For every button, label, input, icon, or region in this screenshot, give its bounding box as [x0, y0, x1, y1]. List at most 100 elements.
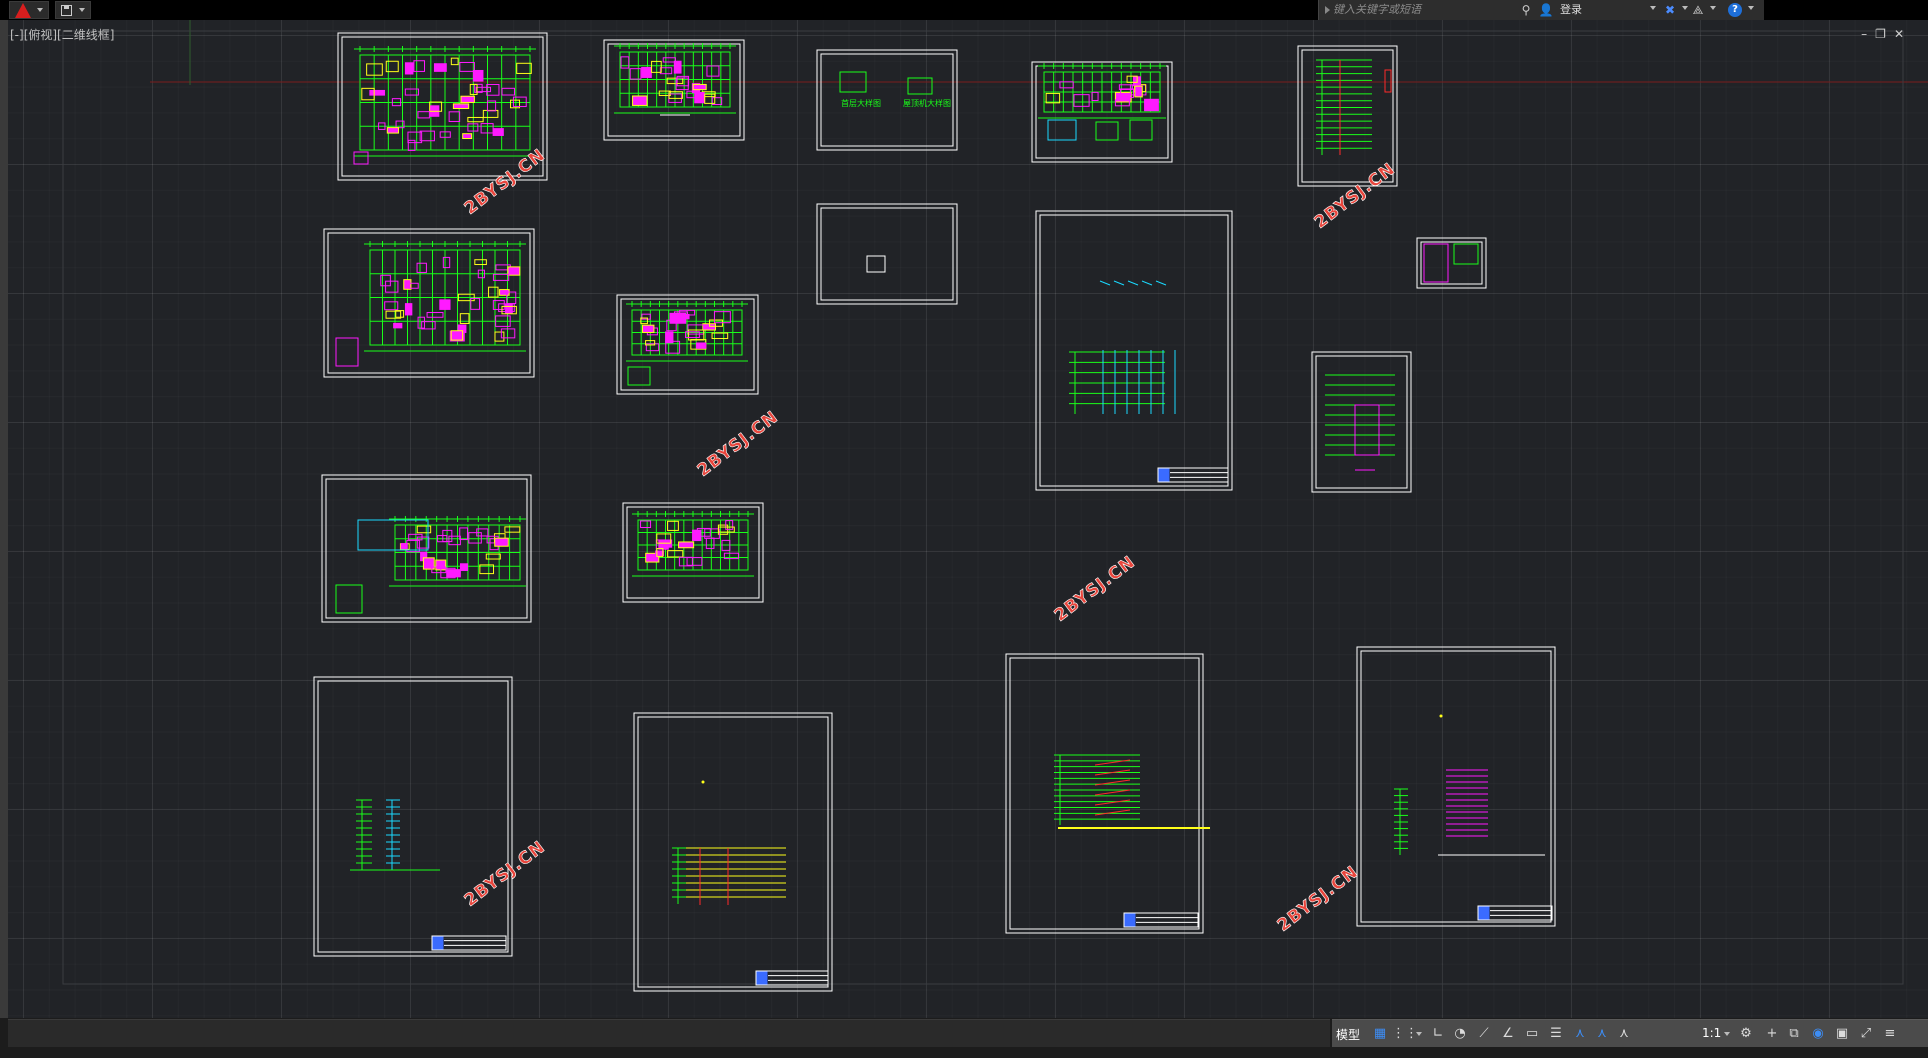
sheet-system-diagram-a-valve: [1141, 280, 1153, 286]
sheet-fourth-floor-plan-fixture: [678, 541, 695, 549]
help-icon[interactable]: ?: [1728, 3, 1742, 17]
chevron-down-icon: [79, 8, 85, 12]
annotation-scale-icon[interactable]: ⋏: [1592, 1024, 1612, 1044]
workspace-gear-icon[interactable]: ⚙: [1736, 1024, 1756, 1044]
sheet-gas-diagram-title-logo: [1478, 906, 1490, 920]
exchange-x-icon[interactable]: ✖: [1662, 2, 1678, 18]
sheet-ground-floor-plan-fixture: [450, 57, 459, 66]
sheet-fourth-floor-plan-fixture: [678, 556, 693, 567]
sheet-system-diagram-a-title-logo: [1158, 468, 1170, 482]
annotation-scale-selector[interactable]: 1:1: [1702, 1026, 1721, 1040]
hardware-accel-icon[interactable]: ◉: [1808, 1024, 1828, 1044]
plus-icon[interactable]: +: [1762, 1024, 1782, 1044]
sheet-roof-plan-outer-border: [323, 228, 535, 378]
viewport-controls-label[interactable]: [-][俯视][二维线框]: [10, 26, 114, 43]
search-expand-icon[interactable]: [1325, 6, 1330, 14]
sheet-site-plan-fixture: [468, 532, 482, 544]
sheet-roof-plan-fixture: [494, 331, 505, 342]
login-label[interactable]: 登录: [1560, 2, 1582, 18]
search-input[interactable]: [1333, 2, 1508, 17]
sheet-ground-floor-plan-fixture: [472, 69, 484, 82]
sheet-small-detail-symbol: [866, 255, 886, 273]
sheet-hydrant-diagram-marker: [701, 780, 705, 784]
left-frame-edge: [0, 20, 8, 1018]
model-space-canvas[interactable]: 首层大样图 屋顶机大样图 2BYSJ.CN 2BYSJ.CN 2BYSJ.CN 2BYSJ…: [8, 20, 1928, 1018]
sheet-site-plan-fixture: [400, 543, 408, 550]
sheet-heating-diagram-red-branch: [1094, 789, 1131, 796]
sheet-pump-room-plan-detail-c: [1129, 119, 1153, 141]
sheet-site-plan-fixture: [494, 537, 509, 547]
quick-access-save-button[interactable]: [55, 1, 91, 19]
binoculars-icon[interactable]: ⚲: [1518, 2, 1534, 18]
sheet-second-floor-plan-fixture: [673, 60, 682, 74]
grid-icon[interactable]: ▦: [1370, 1024, 1390, 1044]
save-icon: [61, 5, 72, 16]
drawing-viewport[interactable]: 首层大样图 屋顶机大样图 2BYSJ.CN 2BYSJ.CN 2BYSJ.CN 2BYSJ…: [8, 20, 1928, 1018]
sheet-second-floor-plan-fixture: [632, 95, 648, 106]
sheet-third-floor-plan-fixture: [696, 342, 707, 349]
annotation-monitor-icon[interactable]: ⋏: [1614, 1024, 1634, 1044]
lineweight-icon[interactable]: ▭: [1522, 1024, 1542, 1044]
sheet-second-floor-plan-fixture: [641, 66, 652, 78]
model-space-button[interactable]: 模型: [1336, 1026, 1360, 1043]
sheet-drainage-diagram-inner-border: [317, 680, 509, 953]
sheet-pump-room-plan-fixture: [1134, 85, 1143, 98]
sheet-site-plan-fixture: [504, 526, 521, 533]
sheet-site-plan-keyplan: [335, 584, 363, 614]
application-menu-button[interactable]: [9, 1, 49, 19]
autoscale-icon[interactable]: ⋏: [1570, 1024, 1590, 1044]
sheet-legend-table-highlight: [1354, 404, 1380, 456]
sheet-roof-plan-fixture: [426, 312, 444, 318]
sheet-second-floor-plan-fixture: [668, 91, 683, 99]
sheet-ground-floor-plan-fixture: [482, 109, 499, 118]
sheet-roof-plan-fixture: [507, 266, 521, 276]
watermark-text: 2BYSJ.CN: [1051, 552, 1140, 626]
sheet-site-plan-fixture: [446, 569, 461, 578]
chevron-down-icon[interactable]: [1710, 6, 1716, 10]
sheet-ground-floor-plan-fixture: [492, 128, 504, 136]
isolate-icon[interactable]: ⧉: [1784, 1024, 1804, 1044]
sheet-ground-floor-plan-fixture: [459, 61, 475, 72]
sheet-roof-plan-fixture: [393, 322, 403, 329]
sheet-fourth-floor-plan-fixture: [704, 528, 720, 539]
isodraft-icon[interactable]: ⟋: [1474, 1024, 1494, 1044]
customize-menu-icon[interactable]: ≡: [1880, 1024, 1900, 1044]
login-dropdown-icon[interactable]: [1650, 6, 1656, 10]
sheet-roof-plan-keyplan: [335, 337, 359, 367]
chevron-down-icon[interactable]: [1416, 1032, 1422, 1036]
restore-icon[interactable]: ❐: [1875, 27, 1894, 41]
sheet-heating-diagram-red-branch: [1094, 799, 1131, 806]
fullscreen-icon[interactable]: ⤢: [1856, 1024, 1876, 1044]
triangle-connect-icon[interactable]: ⟁: [1690, 2, 1706, 18]
sheet-ground-floor-plan-keyplan: [353, 151, 369, 165]
sheet-mini-plan-right: [1453, 243, 1479, 265]
sheet-pump-room-plan-fixture: [1045, 92, 1061, 104]
close-icon[interactable]: ✕: [1894, 27, 1912, 41]
watermark-text: 2BYSJ.CN: [1274, 862, 1363, 936]
sheet-fourth-floor-plan-fixture: [640, 520, 652, 529]
sheet-heating-diagram-title-logo: [1124, 913, 1136, 927]
command-line[interactable]: [8, 1019, 1330, 1047]
sheet-ground-floor-plan-fixture: [407, 139, 416, 151]
sheet-ground-floor-plan-fixture: [460, 95, 475, 103]
clean-screen-icon[interactable]: ▣: [1832, 1024, 1852, 1044]
annotation-visibility-icon[interactable]: ☰: [1546, 1024, 1566, 1044]
user-icon[interactable]: 👤: [1538, 2, 1554, 18]
minimize-icon[interactable]: –: [1861, 27, 1875, 41]
sheet-system-diagram-a-valve: [1113, 280, 1125, 286]
sheet-drainage-diagram-title-logo: [432, 936, 444, 950]
polar-icon[interactable]: ◔: [1450, 1024, 1470, 1044]
chevron-down-icon[interactable]: [1748, 6, 1754, 10]
sheet-roof-plan-fixture: [385, 280, 399, 293]
osnap-icon[interactable]: ∠: [1498, 1024, 1518, 1044]
ortho-icon[interactable]: ∟: [1428, 1024, 1448, 1044]
snap-icon[interactable]: ⋮⋮: [1392, 1024, 1418, 1044]
chevron-down-icon[interactable]: [1724, 1032, 1730, 1036]
drawing-limits-frame: [62, 30, 1904, 985]
chevron-down-icon[interactable]: [1682, 6, 1688, 10]
sheet-roof-plan-fixture: [492, 273, 510, 281]
title-bar: ⚲ 👤 登录 ✖ ⟁ ?: [0, 0, 1928, 20]
sheet-roof-plan-fixture: [416, 262, 427, 273]
status-bar-tools: 模型 ▦ ⋮⋮ ∟ ◔ ⟋ ∠ ▭ ☰ ⋏ ⋏ ⋏ 1:1 ⚙ + ⧉ ◉ ▣ …: [1332, 1019, 1928, 1047]
sheet-roof-plan-fixture: [474, 259, 487, 266]
